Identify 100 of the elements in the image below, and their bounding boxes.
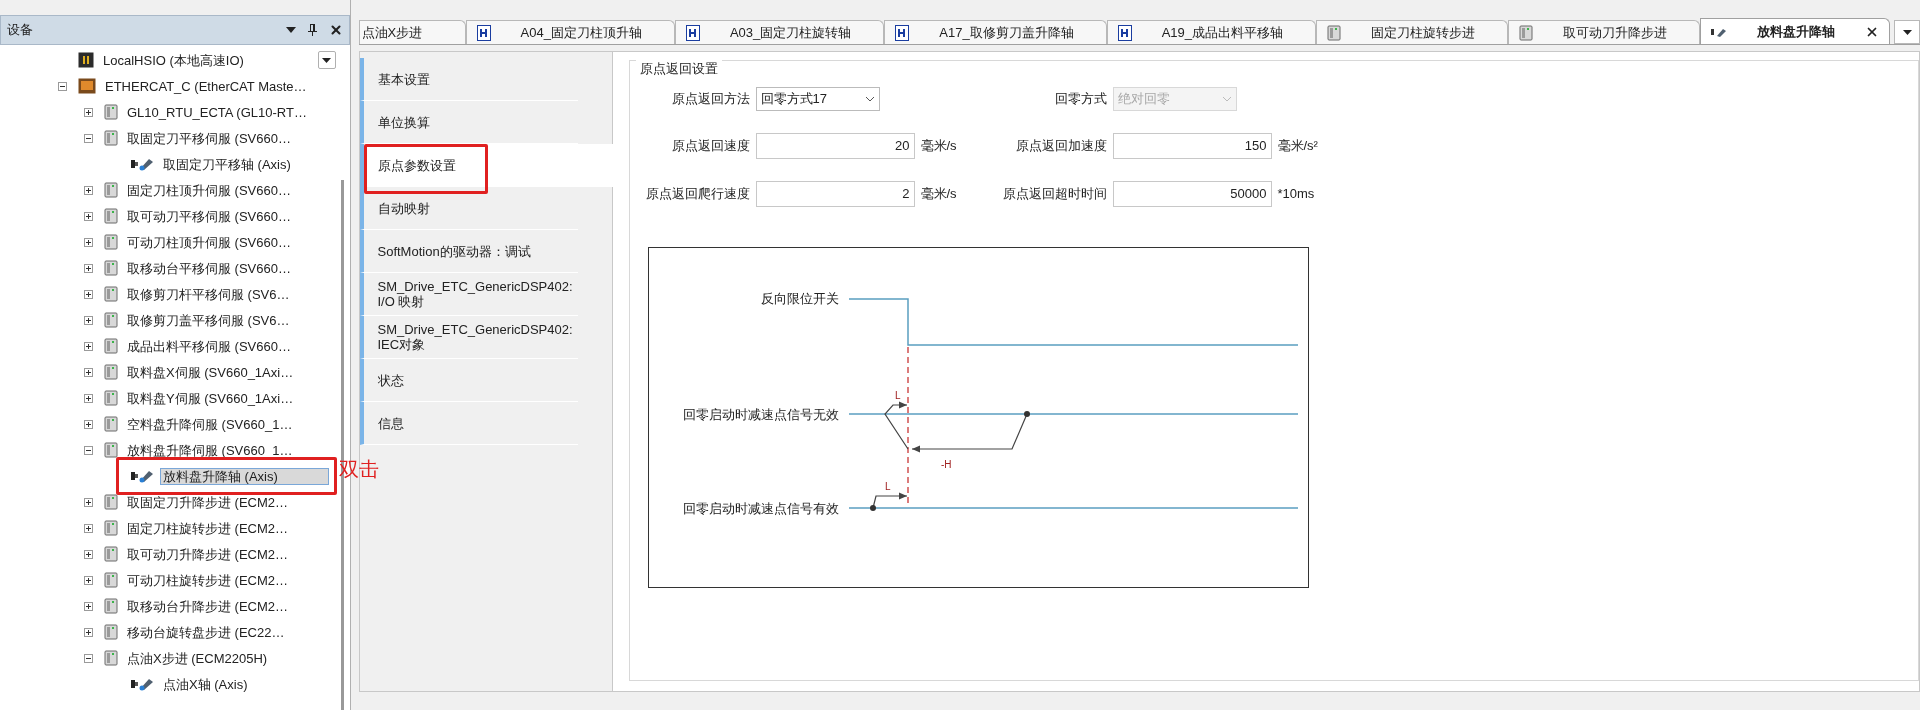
chevron-down-icon <box>864 96 875 102</box>
field-label: 原点返回方法 <box>670 90 751 109</box>
tree-item[interactable]: 固定刀柱旋转步进 (ECM2… <box>124 520 292 537</box>
expand-toggle[interactable] <box>84 263 93 273</box>
tree-item[interactable]: 取料盘X伺服 (SV660_1Axi… <box>124 364 297 381</box>
io-module-icon <box>78 52 94 68</box>
tab-list-button[interactable] <box>1894 20 1920 44</box>
document-icon <box>895 24 910 41</box>
tree-item[interactable]: 取移动台平移伺服 (SV660… <box>124 260 294 277</box>
tree-item[interactable]: 取修剪刀杆平移伺服 (SV6… <box>124 286 293 303</box>
tree-item[interactable]: 放料盘升降轴 (Axis) <box>160 468 329 485</box>
collapse-toggle[interactable] <box>58 81 67 91</box>
expand-toggle[interactable] <box>84 341 93 351</box>
tree-item[interactable]: 取固定刀平移轴 (Axis) <box>160 156 294 173</box>
tree-item[interactable]: 点油X轴 (Axis) <box>160 676 251 693</box>
field-label: 回零方式 <box>1053 90 1108 109</box>
close-icon[interactable] <box>328 23 343 37</box>
module-icon <box>104 442 118 458</box>
collapse-toggle[interactable] <box>84 445 93 455</box>
module-icon <box>104 312 118 328</box>
settings-nav-item[interactable]: SM_Drive_ETC_GenericDSP402: IEC对象 <box>359 316 578 359</box>
editor-tab[interactable]: 固定刀柱旋转步进 <box>1316 20 1508 44</box>
tree-item[interactable]: ETHERCAT_C (EtherCAT Maste… <box>102 78 310 95</box>
settings-nav-item[interactable]: 原点参数设置 <box>359 144 614 187</box>
number-field[interactable]: 2 <box>755 181 915 207</box>
settings-nav-item[interactable]: 状态 <box>359 359 578 402</box>
module-icon <box>1327 24 1341 41</box>
tree-item[interactable]: GL10_RTU_ECTA (GL10-RT… <box>124 104 310 121</box>
settings-nav-item[interactable]: SM_Drive_ETC_GenericDSP402: I/O 映射 <box>359 273 578 316</box>
expand-toggle[interactable] <box>84 497 93 507</box>
module-icon <box>104 598 118 614</box>
offset-label: L <box>884 481 891 492</box>
expand-toggle[interactable] <box>84 289 93 299</box>
module-icon <box>104 286 118 302</box>
tree-item[interactable]: 取可动刀升降步进 (ECM2… <box>124 546 292 563</box>
dropdown[interactable]: 回零方式17 <box>755 87 880 111</box>
tree-item[interactable]: 成品出料平移伺服 (SV660… <box>124 338 294 355</box>
dropdown-arrow-icon[interactable] <box>285 27 296 33</box>
editor-tab[interactable]: 取可动刀升降步进 <box>1508 20 1700 44</box>
tree-item[interactable]: 可动刀柱顶升伺服 (SV660… <box>124 234 294 251</box>
collapse-toggle[interactable] <box>84 653 93 663</box>
expand-toggle[interactable] <box>84 627 93 637</box>
tree-item[interactable]: 空料盘升降伺服 (SV660_1… <box>124 416 296 433</box>
number-field[interactable]: 150 <box>1112 133 1272 159</box>
tree-item[interactable]: 取可动刀平移伺服 (SV660… <box>124 208 294 225</box>
module-icon <box>104 208 118 224</box>
offset-arrow <box>869 492 908 511</box>
editor-tab[interactable]: A03_固定刀柱旋转轴 <box>674 20 885 44</box>
tree-item[interactable]: 移动台旋转盘步进 (EC22… <box>124 624 288 641</box>
editor-tab[interactable]: 放料盘升降轴 <box>1700 18 1890 44</box>
tree-item[interactable]: 放料盘升降伺服 (SV660_1… <box>124 442 296 459</box>
expand-toggle[interactable] <box>84 393 93 403</box>
dropdown-button[interactable] <box>317 51 336 69</box>
expand-toggle[interactable] <box>84 315 93 325</box>
module-icon <box>104 182 118 198</box>
number-field[interactable]: 50000 <box>1112 181 1272 207</box>
expand-toggle[interactable] <box>84 107 93 117</box>
expand-toggle[interactable] <box>84 549 93 559</box>
expand-toggle[interactable] <box>84 367 93 377</box>
tree-item[interactable]: 取料盘Y伺服 (SV660_1Axi… <box>124 390 297 407</box>
module-icon <box>104 624 118 640</box>
module-icon <box>104 260 118 276</box>
module-icon <box>104 494 118 510</box>
expand-toggle[interactable] <box>84 523 93 533</box>
expand-toggle[interactable] <box>84 601 93 611</box>
editor-tab[interactable]: A17_取修剪刀盖升降轴 <box>884 20 1107 44</box>
collapse-toggle[interactable] <box>84 133 93 143</box>
settings-nav-item[interactable]: SoftMotion的驱动器：调试 <box>359 230 578 273</box>
tree-item[interactable]: 取修剪刀盖平移伺服 (SV6… <box>124 312 293 329</box>
signal-label: 反向限位开关 <box>760 291 839 306</box>
pin-icon[interactable] <box>307 24 317 36</box>
editor-tab[interactable]: A19_成品出料平移轴 <box>1106 20 1316 44</box>
tree-item[interactable]: 固定刀柱顶升伺服 (SV660… <box>124 182 294 199</box>
editor-tab[interactable]: 点油X步进 <box>358 20 466 44</box>
field-label: 原点返回爬行速度 <box>644 185 751 204</box>
tree-item[interactable]: 取固定刀平移伺服 (SV660… <box>124 130 294 147</box>
module-icon <box>104 572 118 588</box>
expand-toggle[interactable] <box>84 575 93 585</box>
tree-item[interactable]: 点油X步进 (ECM2205H) <box>124 650 271 667</box>
settings-nav-item[interactable]: 自动映射 <box>359 187 578 230</box>
annotation-text: 双击 <box>338 457 379 482</box>
tree-item[interactable]: 可动刀柱旋转步进 (ECM2… <box>124 572 292 589</box>
expand-toggle[interactable] <box>84 211 93 221</box>
tree-item[interactable]: LocalHSIO (本地高速IO) <box>100 52 247 69</box>
number-field[interactable]: 20 <box>755 133 915 159</box>
document-icon <box>476 24 491 41</box>
expand-toggle[interactable] <box>84 185 93 195</box>
module-icon <box>104 104 118 120</box>
panel-title: 设备 <box>7 21 33 40</box>
expand-toggle[interactable] <box>84 419 93 429</box>
signal-label: 回零启动时减速点信号有效 <box>682 501 839 516</box>
tree-item[interactable]: 取固定刀升降步进 (ECM2… <box>124 494 292 511</box>
settings-nav-item[interactable]: 信息 <box>359 402 578 445</box>
axis-icon <box>1711 26 1727 37</box>
settings-nav-item[interactable]: 基本设置 <box>359 58 578 101</box>
tree-item[interactable]: 取移动台升降步进 (ECM2… <box>124 598 292 615</box>
expand-toggle[interactable] <box>84 237 93 247</box>
editor-tab[interactable]: A04_固定刀柱顶升轴 <box>465 20 675 44</box>
dropdown-arrow-icon <box>322 57 331 63</box>
group-title: 原点返回设置 <box>635 59 722 79</box>
